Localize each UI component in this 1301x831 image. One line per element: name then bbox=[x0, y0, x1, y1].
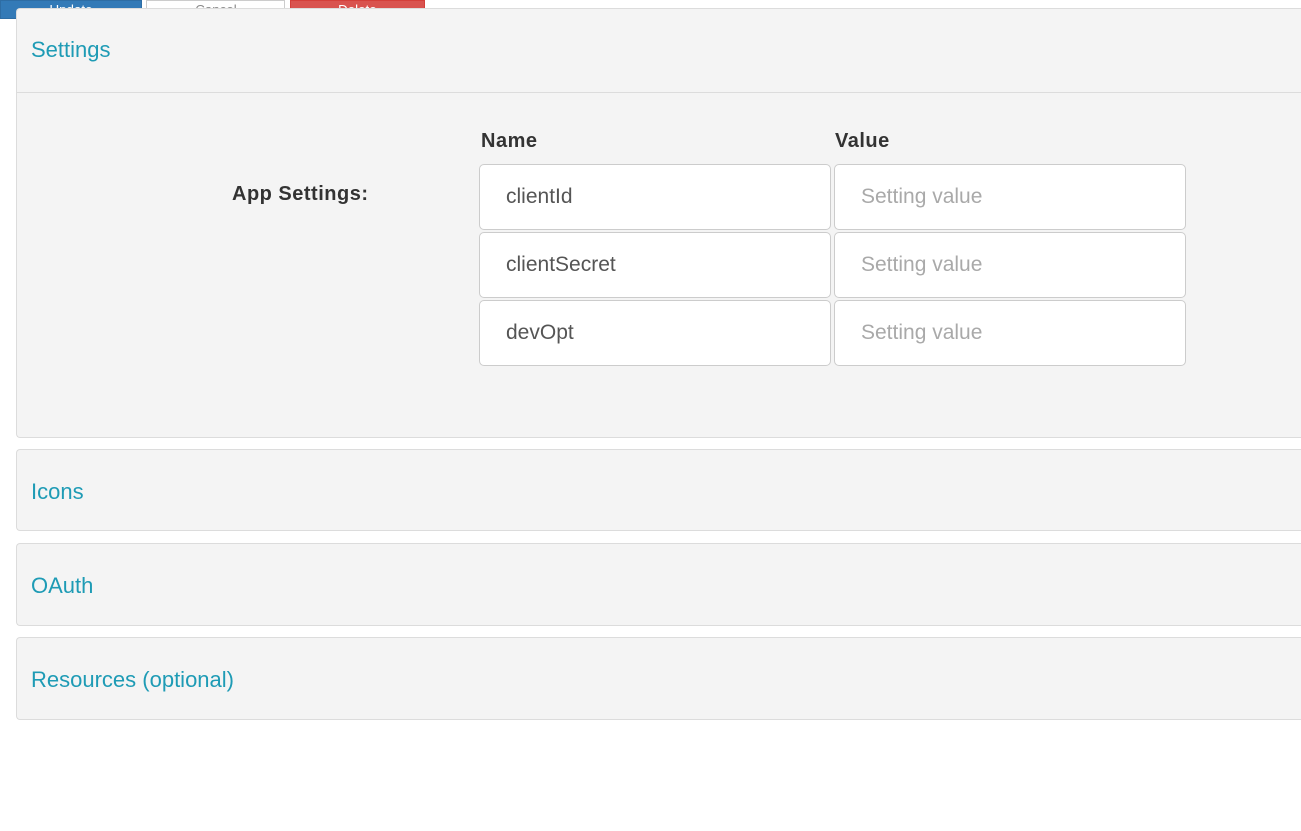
app-settings-label: App Settings: bbox=[232, 183, 369, 205]
setting-name-field[interactable] bbox=[479, 232, 831, 298]
setting-name-field[interactable] bbox=[479, 164, 831, 230]
oauth-panel bbox=[16, 543, 1301, 626]
setting-value-field[interactable] bbox=[834, 300, 1186, 366]
setting-value-field[interactable] bbox=[834, 164, 1186, 230]
icons-panel-heading[interactable]: Icons bbox=[31, 479, 84, 505]
settings-panel-heading[interactable]: Settings bbox=[31, 37, 111, 63]
icons-panel bbox=[16, 449, 1301, 531]
oauth-panel-heading[interactable]: OAuth bbox=[31, 573, 93, 599]
resources-panel-heading[interactable]: Resources (optional) bbox=[31, 667, 234, 693]
value-column-header: Value bbox=[835, 130, 890, 152]
setting-value-field[interactable] bbox=[834, 232, 1186, 298]
name-column-header: Name bbox=[481, 130, 538, 152]
setting-name-field[interactable] bbox=[479, 300, 831, 366]
panel-divider bbox=[17, 92, 1301, 93]
